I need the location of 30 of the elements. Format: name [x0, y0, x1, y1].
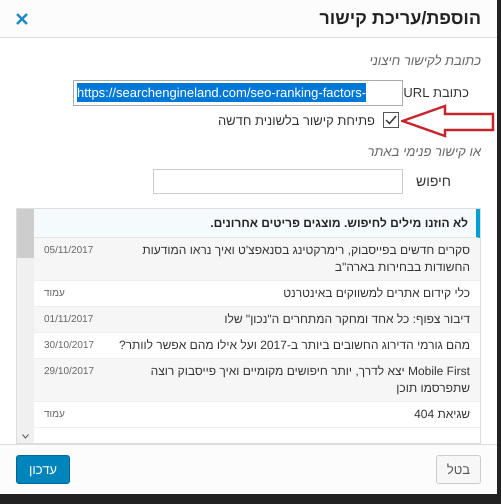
result-title: Mobile First יצא לדרך, יותר חיפושים מקומיים ואיך פייסבוק רוצה שתפרסמו תוכן: [150, 362, 470, 396]
result-title: סקרים חדשים בפייסבוק, רימרקטינג בסנאפצ'ט ואיך נראו המודעות החשודות בבחירות בארה"ב: [141, 242, 470, 276]
result-title: כלי קידום אתרים למשווקים באינטרנט: [282, 284, 470, 302]
url-label: כתובת URL: [403, 84, 470, 102]
close-icon[interactable]: [16, 12, 28, 24]
result-row[interactable]: כלי קידום אתרים למשווקים באינטרנט עמוד: [34, 280, 480, 306]
result-info: 29/10/2017: [44, 364, 94, 378]
scroll-down-icon[interactable]: [22, 434, 29, 439]
result-title: מהם גורמי הדירוג החשובים ביותר ב-2017 ועל אילו מהם אפשר לוותר?: [118, 336, 470, 354]
checkbox[interactable]: [383, 112, 399, 128]
dialog-title: הוספת/עריכת קישור: [319, 7, 481, 30]
result-title: דיבור צפוף: כל אחד ומחקר המתחרים ה"נכון" שלו: [223, 310, 470, 328]
url-input[interactable]: https://searchengineland.com/seo-ranking-factors-: [73, 80, 403, 106]
result-info: עמוד: [44, 408, 65, 422]
section-heading: כתובת לקישור חיצוני: [368, 52, 481, 70]
scroll-thumb[interactable]: [17, 208, 34, 258]
update-button[interactable]: עדכון: [16, 455, 70, 484]
result-row[interactable]: שגיאת 404 עמוד: [34, 402, 480, 428]
cancel-button[interactable]: בטל: [436, 455, 481, 484]
result-info: 05/11/2017: [44, 244, 94, 258]
scrollbar[interactable]: [17, 208, 34, 443]
result-title: שגיאת 404: [413, 406, 470, 422]
search-label: חיפוש: [415, 172, 452, 190]
notice-message: לא הוזנו מילים לחיפוש. מוצגים פריטים אחרונים.: [34, 208, 480, 238]
search-input[interactable]: [153, 168, 403, 194]
checkbox-label: פתיחת קישור בלשונית חדשה: [218, 112, 375, 130]
result-info: 30/10/2017: [44, 338, 94, 352]
section-heading: או קישור פנימי באתר: [366, 143, 481, 161]
result-info: 01/11/2017: [44, 312, 94, 326]
result-info: עמוד: [44, 286, 65, 300]
